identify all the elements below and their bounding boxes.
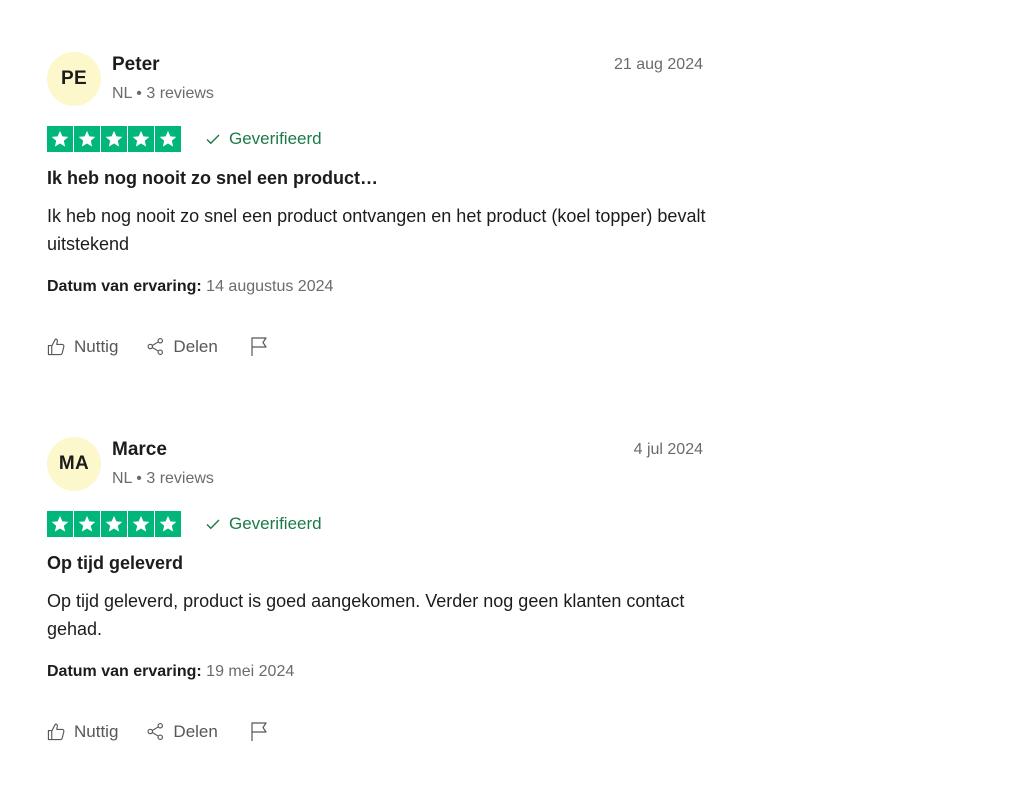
review-body: Ik heb nog nooit zo snel een product ont… xyxy=(47,206,706,254)
star-icon xyxy=(101,511,127,537)
reviewer-name[interactable]: Peter xyxy=(112,54,160,76)
review-body: Op tijd geleverd, product is goed aangek… xyxy=(47,591,685,639)
share-label: Delen xyxy=(173,721,218,741)
reviewer-meta: NL • 3 reviews xyxy=(112,470,214,487)
check-icon xyxy=(205,131,221,147)
share-button[interactable]: Delen xyxy=(146,336,218,357)
star-icon xyxy=(128,511,154,537)
star-icon xyxy=(155,126,181,152)
reviewer-name[interactable]: Marce xyxy=(112,439,167,461)
experience-date-label: Datum van ervaring: xyxy=(47,278,202,295)
star-icon xyxy=(155,511,181,537)
experience-date-label: Datum van ervaring: xyxy=(47,663,202,680)
review-card: MA Marce NL • 3 reviews 4 jul 2024 Gever… xyxy=(47,437,703,741)
review-header: PE Peter NL • 3 reviews 21 aug 2024 xyxy=(47,52,703,106)
helpful-label: Nuttig xyxy=(74,721,119,741)
star-icon xyxy=(47,126,73,152)
review-date: 4 jul 2024 xyxy=(633,441,703,458)
star-icon xyxy=(128,126,154,152)
review-title[interactable]: Ik heb nog nooit zo snel een product… xyxy=(47,168,378,189)
helpful-button[interactable]: Nuttig xyxy=(47,337,118,357)
star-icon xyxy=(74,511,100,537)
rating-row: Geverifieerd xyxy=(47,511,322,537)
report-button[interactable] xyxy=(250,721,269,742)
review-date: 21 aug 2024 xyxy=(614,56,703,73)
star-rating xyxy=(47,511,181,537)
star-icon xyxy=(101,126,127,152)
review-title[interactable]: Op tijd geleverd xyxy=(47,553,183,574)
check-icon xyxy=(205,516,221,532)
rating-row: Geverifieerd xyxy=(47,126,322,152)
flag-icon xyxy=(250,721,269,742)
share-button[interactable]: Delen xyxy=(146,721,218,742)
share-label: Delen xyxy=(173,336,218,356)
avatar[interactable]: PE xyxy=(47,52,101,106)
verified-label: Geverifieerd xyxy=(229,514,322,533)
helpful-button[interactable]: Nuttig xyxy=(47,722,118,742)
share-icon xyxy=(146,722,165,741)
review-actions: Nuttig Delen xyxy=(47,721,269,742)
star-icon xyxy=(47,511,73,537)
avatar[interactable]: MA xyxy=(47,437,101,491)
report-button[interactable] xyxy=(250,336,269,357)
thumbs-up-icon xyxy=(47,337,66,356)
experience-date-value: 19 mei 2024 xyxy=(206,663,295,680)
experience-date: Datum van ervaring: 14 augustus 2024 xyxy=(47,278,333,296)
flag-icon xyxy=(250,336,269,357)
star-icon xyxy=(74,126,100,152)
verified-badge[interactable]: Geverifieerd xyxy=(205,129,322,149)
share-icon xyxy=(146,337,165,356)
thumbs-up-icon xyxy=(47,722,66,741)
helpful-label: Nuttig xyxy=(74,336,119,356)
review-card: PE Peter NL • 3 reviews 21 aug 2024 Geve… xyxy=(47,52,705,356)
review-actions: Nuttig Delen xyxy=(47,336,269,357)
experience-date-value: 14 augustus 2024 xyxy=(206,278,334,295)
experience-date: Datum van ervaring: 19 mei 2024 xyxy=(47,663,294,681)
verified-badge[interactable]: Geverifieerd xyxy=(205,514,322,534)
reviewer-meta: NL • 3 reviews xyxy=(112,85,214,102)
star-rating xyxy=(47,126,181,152)
review-header: MA Marce NL • 3 reviews 4 jul 2024 xyxy=(47,437,703,491)
verified-label: Geverifieerd xyxy=(229,129,322,148)
